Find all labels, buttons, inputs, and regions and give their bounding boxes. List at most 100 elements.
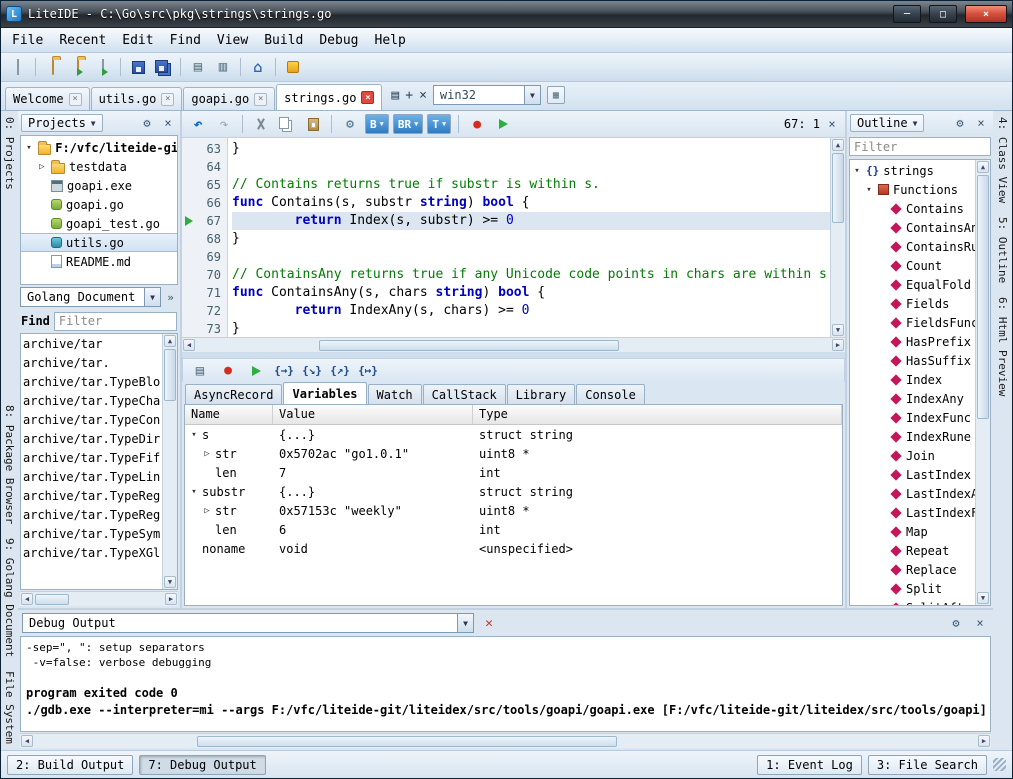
outline-item[interactable]: Repeat: [850, 541, 975, 560]
outline-filter-input[interactable]: [849, 137, 991, 156]
outline-item[interactable]: EqualFold: [850, 275, 975, 294]
variable-row[interactable]: ▾substr{...}struct string: [185, 482, 842, 501]
menu-item-recent[interactable]: Recent: [51, 30, 114, 51]
test-button[interactable]: T▼: [427, 114, 451, 134]
outline-item[interactable]: IndexRune: [850, 427, 975, 446]
debug-tab-asyncrecord[interactable]: AsyncRecord: [185, 384, 282, 404]
open-file-button[interactable]: [92, 56, 114, 78]
doc-list-item[interactable]: archive/tar.TypeFifo: [23, 449, 160, 468]
code-line[interactable]: }: [232, 140, 830, 158]
outline-item[interactable]: Join: [850, 446, 975, 465]
debug-output-hscroll[interactable]: ◀ ▶: [20, 733, 991, 748]
scroll-left-icon[interactable]: ◀: [21, 593, 33, 605]
expander-icon[interactable]: ▷: [202, 449, 212, 459]
gutter-line[interactable]: 64: [182, 158, 227, 176]
step-over-button[interactable]: {→}: [273, 360, 295, 382]
editor-hscroll[interactable]: ◀ ▶: [182, 337, 845, 352]
scroll-thumb[interactable]: [164, 349, 176, 401]
scroll-right-icon[interactable]: ▶: [978, 735, 990, 747]
env-settings-button[interactable]: ▦: [547, 86, 565, 104]
debug-tab-library[interactable]: Library: [507, 384, 576, 404]
start-debug-button[interactable]: [492, 113, 514, 135]
right-strip-item-2[interactable]: 6: Html Preview: [996, 297, 1009, 396]
chevron-down-icon[interactable]: ▼: [524, 86, 540, 104]
editor-code[interactable]: }// Contains returns true if substr is w…: [228, 138, 830, 337]
outline-item[interactable]: FieldsFunc: [850, 313, 975, 332]
gutter-line[interactable]: 73: [182, 320, 227, 338]
doc-list-vscroll[interactable]: ▲ ▼: [162, 334, 177, 589]
outline-item[interactable]: Contains: [850, 199, 975, 218]
close-panel-button[interactable]: ×: [159, 114, 177, 132]
left-strip-item-3[interactable]: File System: [3, 671, 16, 744]
gutter-line[interactable]: 69: [182, 248, 227, 266]
continue-button[interactable]: [245, 360, 267, 382]
status-button-1-event-log[interactable]: 1: Event Log: [757, 755, 862, 775]
outline-item[interactable]: Split: [850, 579, 975, 598]
tab-list-button[interactable]: ▤: [391, 88, 399, 103]
close-button[interactable]: ×: [965, 5, 1007, 23]
project-tree-item[interactable]: utils.go: [21, 233, 177, 252]
close-file-button[interactable]: ▤: [187, 56, 209, 78]
outline-item[interactable]: Map: [850, 522, 975, 541]
project-tree-item[interactable]: goapi.go: [21, 195, 177, 214]
outline-item[interactable]: IndexFunc: [850, 408, 975, 427]
tab-close-icon[interactable]: ×: [361, 91, 374, 104]
close-panel-button[interactable]: ×: [972, 114, 990, 132]
scroll-right-icon[interactable]: ▶: [165, 593, 177, 605]
tab-close-icon[interactable]: ×: [254, 93, 267, 106]
doc-list-hscroll[interactable]: ◀ ▶: [20, 591, 178, 606]
scroll-thumb[interactable]: [319, 340, 619, 351]
doc-list-item[interactable]: archive/tar.: [23, 354, 160, 373]
gutter-line[interactable]: 71: [182, 284, 227, 302]
doc-list-item[interactable]: archive/tar: [23, 335, 160, 354]
close-tab-button[interactable]: ×: [419, 88, 427, 103]
scroll-right-icon[interactable]: ▶: [832, 339, 844, 351]
code-line[interactable]: func ContainsAny(s, chars string) bool {: [232, 284, 830, 302]
tab-close-icon[interactable]: ×: [161, 93, 174, 106]
gutter-line[interactable]: 65: [182, 176, 227, 194]
save-file-button[interactable]: [127, 56, 149, 78]
debug-output-combo[interactable]: Debug Output ▼: [22, 613, 474, 633]
load-session-button[interactable]: [67, 56, 89, 78]
project-tree-item[interactable]: goapi.exe: [21, 176, 177, 195]
doc-list-item[interactable]: archive/tar.TypeReg: [23, 487, 160, 506]
menu-item-find[interactable]: Find: [162, 30, 209, 51]
chevron-down-icon[interactable]: ▼: [457, 614, 473, 632]
code-line[interactable]: func Contains(s, substr string) bool {: [232, 194, 830, 212]
menu-item-build[interactable]: Build: [256, 30, 311, 51]
left-strip-item-2[interactable]: 9: Golang Document: [3, 538, 16, 657]
paste-button[interactable]: [302, 113, 324, 135]
outline-item[interactable]: LastIndexAny: [850, 484, 975, 503]
debug-tab-variables[interactable]: Variables: [283, 382, 366, 404]
editor-tab-strings-go[interactable]: strings.go×: [276, 84, 382, 110]
doc-list-item[interactable]: archive/tar.TypeDir: [23, 430, 160, 449]
doc-list-item[interactable]: archive/tar.TypeChar: [23, 392, 160, 411]
scroll-up-icon[interactable]: ▲: [164, 335, 176, 347]
menu-item-debug[interactable]: Debug: [311, 30, 366, 51]
doc-list-item[interactable]: archive/tar.TypeSymlink: [23, 525, 160, 544]
home-button[interactable]: ⌂: [247, 56, 269, 78]
debug-output-lines[interactable]: -sep=", ": setup separators -v=false: ve…: [20, 636, 991, 732]
doc-list-item[interactable]: archive/tar.TypeBlock: [23, 373, 160, 392]
status-button-2-build-output[interactable]: 2: Build Output: [7, 755, 133, 775]
save-all-button[interactable]: [152, 56, 174, 78]
step-out-button[interactable]: {↗}: [329, 360, 351, 382]
build-config-button[interactable]: ⚙: [339, 113, 361, 135]
menu-item-file[interactable]: File: [4, 30, 51, 51]
new-file-button[interactable]: [7, 56, 29, 78]
doc-list-item[interactable]: archive/tar.TypeCont: [23, 411, 160, 430]
editor-tab-welcome[interactable]: Welcome×: [5, 87, 90, 110]
column-header-type[interactable]: Type: [473, 405, 842, 424]
project-tree-item[interactable]: ▷testdata: [21, 157, 177, 176]
variable-row[interactable]: ▷str0x5702ac "go1.0.1"uint8 *: [185, 444, 842, 463]
outline-item[interactable]: LastIndex: [850, 465, 975, 484]
debug-tab-watch[interactable]: Watch: [368, 384, 422, 404]
gear-icon[interactable]: ⚙: [951, 114, 969, 132]
gutter-line[interactable]: 63: [182, 140, 227, 158]
maximize-button[interactable]: □: [929, 5, 957, 23]
outline-item[interactable]: Fields: [850, 294, 975, 313]
gear-icon[interactable]: ⚙: [138, 114, 156, 132]
code-line[interactable]: return Index(s, substr) >= 0: [232, 212, 830, 230]
minimize-button[interactable]: ─: [893, 5, 921, 23]
editor-tab-goapi-go[interactable]: goapi.go×: [183, 87, 275, 110]
